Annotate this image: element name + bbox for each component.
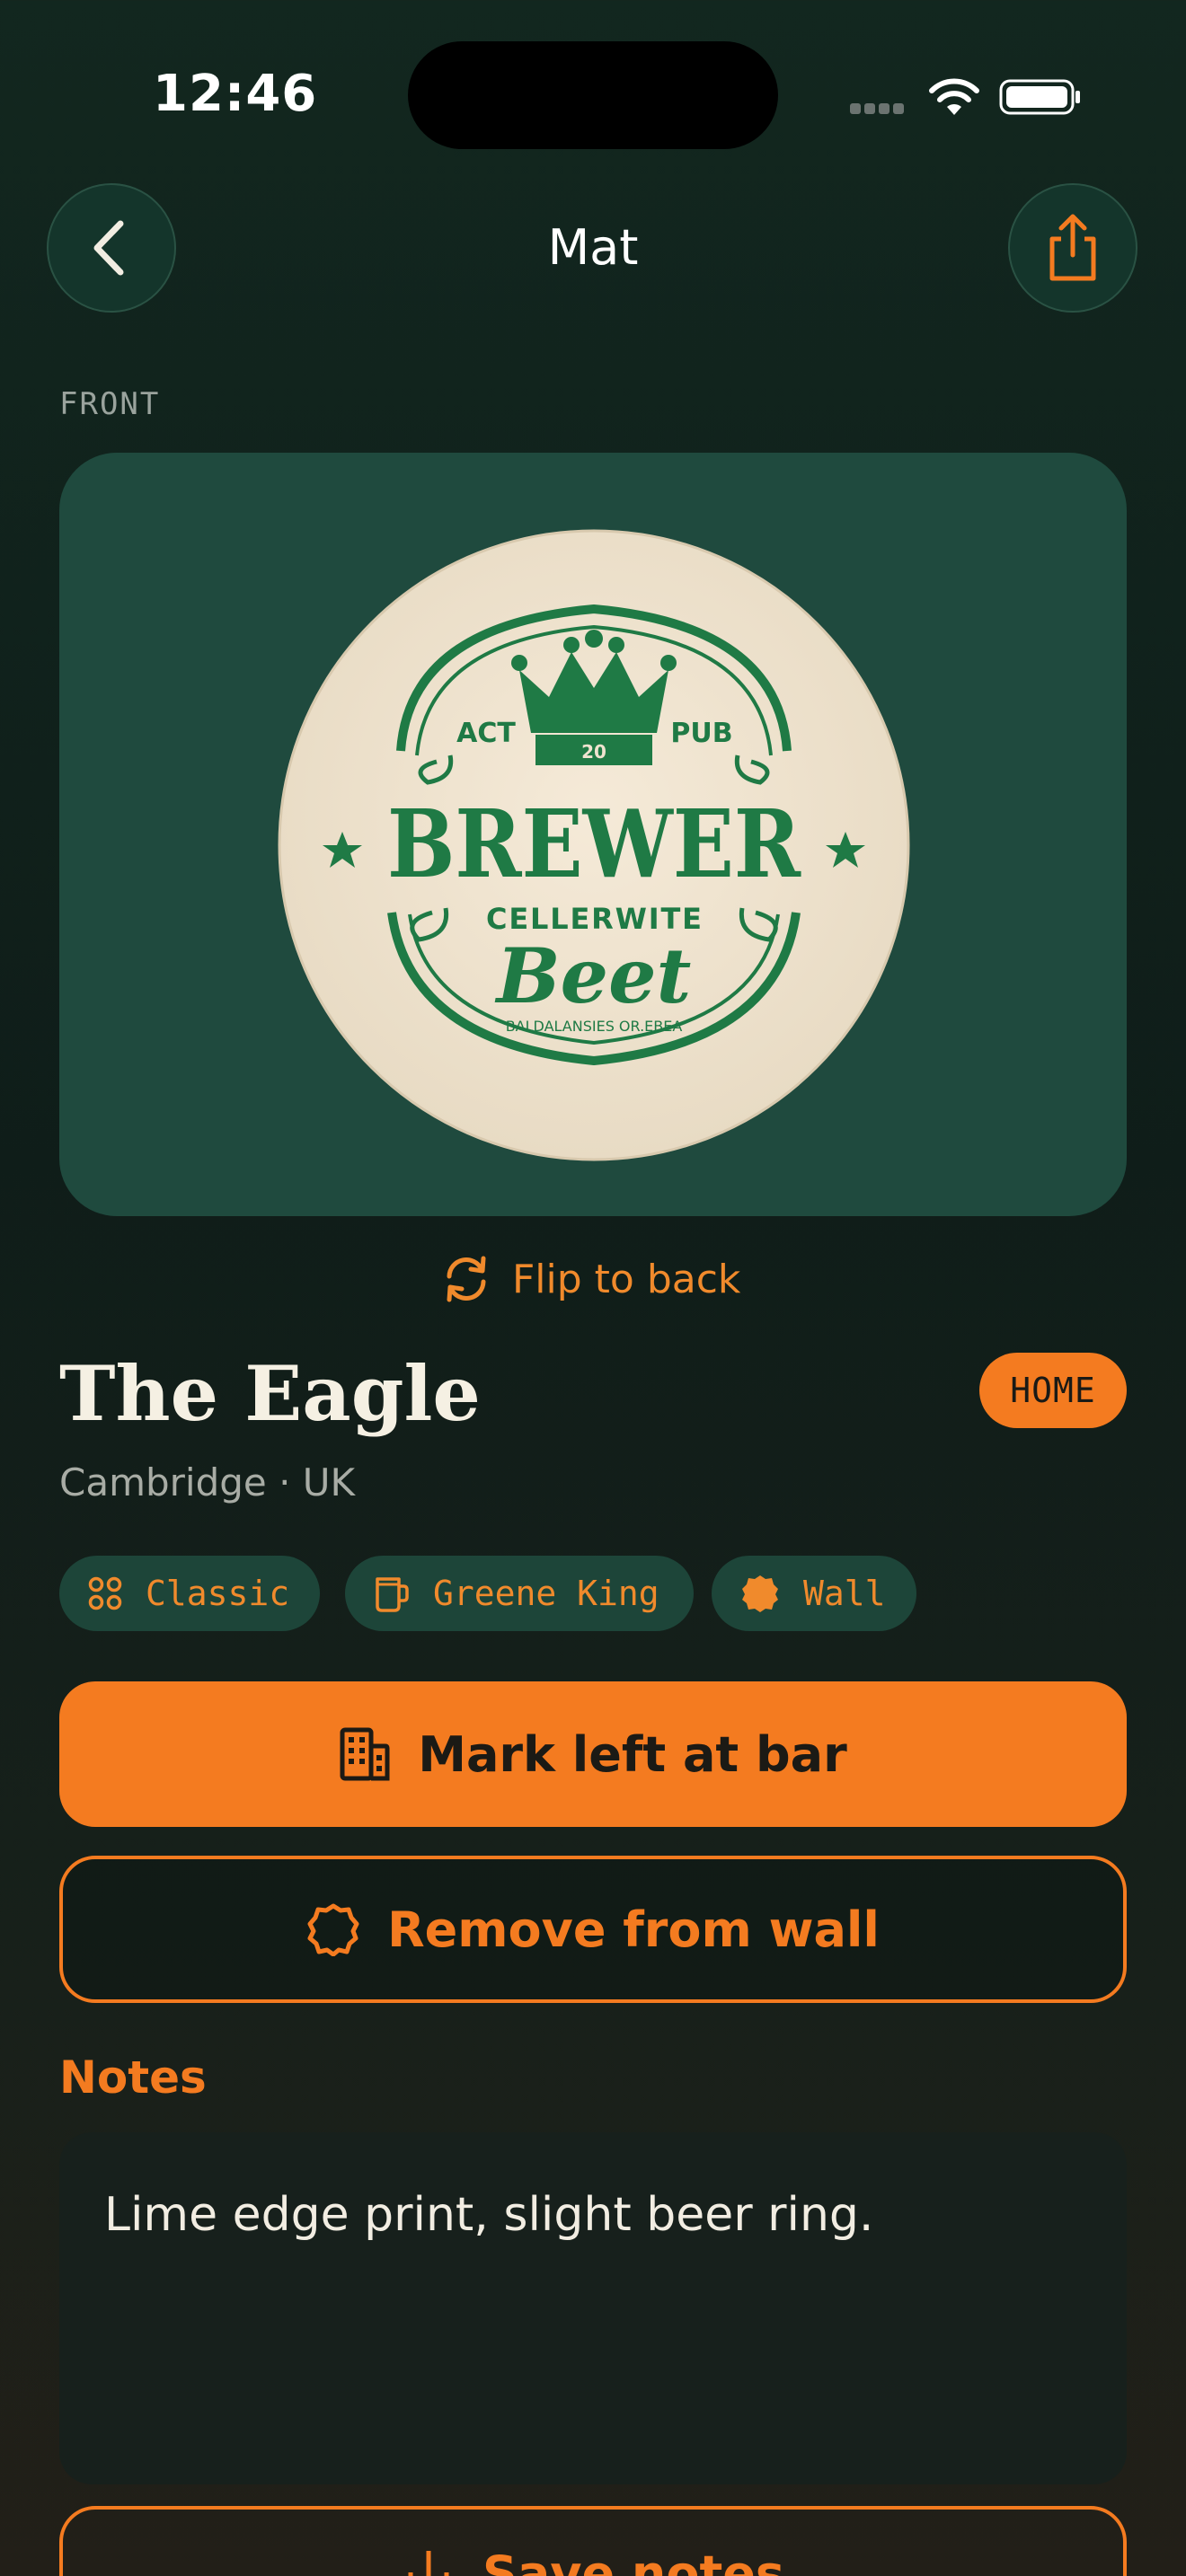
status-bar: 12:46 bbox=[0, 0, 1186, 180]
flip-label: Flip to back bbox=[512, 1256, 741, 1302]
save-icon bbox=[408, 2551, 449, 2576]
side-label: FRONT bbox=[59, 386, 161, 422]
dynamic-island bbox=[408, 41, 778, 149]
chip-label: Classic bbox=[146, 1574, 290, 1613]
cellular-signal-icon bbox=[850, 102, 907, 115]
coaster-image-card[interactable]: 20 ACT PUB BREWER CELLERWITE Beet BALDAL… bbox=[59, 453, 1127, 1216]
mark-left-at-bar-button[interactable]: Mark left at bar bbox=[59, 1681, 1127, 1827]
notes-textarea[interactable]: Lime edge print, slight beer ring. bbox=[59, 2132, 1127, 2484]
secondary-button-label: Remove from wall bbox=[387, 1901, 880, 1958]
wifi-icon bbox=[929, 78, 979, 115]
save-notes-button[interactable]: Save notes bbox=[59, 2506, 1127, 2576]
nav-header: Mat bbox=[0, 180, 1186, 314]
svg-text:PUB: PUB bbox=[670, 718, 732, 749]
notes-heading: Notes bbox=[59, 2051, 207, 2104]
svg-text:BREWER: BREWER bbox=[387, 789, 801, 899]
chip-wall[interactable]: Wall bbox=[712, 1556, 916, 1631]
share-button[interactable] bbox=[1008, 183, 1137, 313]
chip-greene-king[interactable]: Greene King bbox=[345, 1556, 694, 1631]
remove-from-wall-button[interactable]: Remove from wall bbox=[59, 1856, 1127, 2003]
grid-icon bbox=[88, 1576, 122, 1610]
chip-classic[interactable]: Classic bbox=[59, 1556, 320, 1631]
status-time: 12:46 bbox=[153, 65, 318, 123]
building-icon bbox=[340, 1727, 390, 1781]
badge-icon bbox=[742, 1575, 778, 1612]
flip-to-back-link[interactable]: Flip to back bbox=[440, 1250, 740, 1308]
coaster-image: 20 ACT PUB BREWER CELLERWITE Beet BALDAL… bbox=[278, 529, 910, 1161]
share-icon bbox=[1049, 214, 1096, 281]
battery-icon bbox=[999, 79, 1080, 115]
svg-text:ACT: ACT bbox=[456, 718, 516, 749]
primary-button-label: Mark left at bar bbox=[418, 1725, 847, 1783]
home-badge: HOME bbox=[979, 1353, 1127, 1428]
refresh-icon bbox=[447, 1256, 486, 1302]
venue-name: The Eagle bbox=[59, 1349, 481, 1438]
svg-text:BALDALANSIES OR.EBEA: BALDALANSIES OR.EBEA bbox=[506, 1018, 683, 1035]
chip-label: Greene King bbox=[433, 1574, 659, 1613]
chip-label: Wall bbox=[803, 1574, 886, 1613]
svg-text:Beet: Beet bbox=[495, 931, 692, 1020]
mug-icon bbox=[376, 1577, 409, 1612]
save-button-label: Save notes bbox=[482, 2545, 785, 2576]
svg-text:20: 20 bbox=[581, 741, 606, 763]
venue-location: Cambridge · UK bbox=[59, 1460, 356, 1504]
badge-outline-icon bbox=[307, 1903, 359, 1956]
